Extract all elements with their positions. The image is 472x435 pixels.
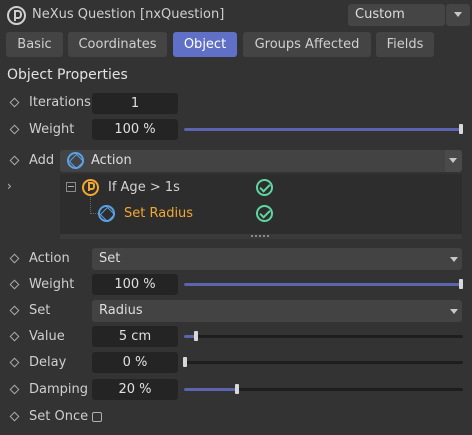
damping-slider-handle[interactable] <box>235 384 239 394</box>
weight-slider-fill <box>184 128 461 131</box>
animate-diamond-icon[interactable] <box>9 279 20 290</box>
enabled-check-icon[interactable] <box>256 179 273 196</box>
question-item-label[interactable]: If Age > 1s <box>108 180 180 195</box>
animate-diamond-icon[interactable] <box>9 331 20 342</box>
animate-diamond-icon[interactable] <box>9 357 20 368</box>
value-slider-track[interactable] <box>184 335 463 338</box>
action-label: Action <box>29 251 70 266</box>
object-title: NeXus Question [nxQuestion] <box>32 7 225 22</box>
action-dropdown[interactable]: Set <box>92 248 462 270</box>
animate-diamond-icon[interactable] <box>9 253 20 264</box>
tree-connector <box>90 197 91 214</box>
chevron-down-icon <box>449 158 457 163</box>
question-icon <box>82 179 99 196</box>
weight-field[interactable]: 100 % <box>92 119 178 140</box>
nexus-question-icon <box>7 6 26 25</box>
chevron-down-icon <box>450 309 458 314</box>
action-icon <box>67 152 84 169</box>
action-item-label[interactable]: Set Radius <box>124 206 193 221</box>
tab-groups-affected[interactable]: Groups Affected <box>243 32 371 57</box>
add-dropdown[interactable]: Action <box>60 150 462 172</box>
damping-slider-fill <box>184 388 236 391</box>
weight-label: Weight <box>29 277 75 292</box>
title-bar: NeXus Question [nxQuestion] Custom <box>0 0 472 30</box>
animate-diamond-icon[interactable] <box>9 97 20 108</box>
delay-slider-handle[interactable] <box>183 357 187 367</box>
tab-bar: Basic Coordinates Object Groups Affected… <box>0 32 472 58</box>
iterations-field[interactable]: 1 <box>92 93 178 114</box>
animate-diamond-icon[interactable] <box>9 384 20 395</box>
tab-basic[interactable]: Basic <box>6 32 63 57</box>
weight-slider-handle[interactable] <box>459 124 463 134</box>
animate-diamond-icon[interactable] <box>9 124 20 135</box>
enabled-check-icon[interactable] <box>256 205 273 222</box>
action-weight-field[interactable]: 100 % <box>92 274 178 295</box>
action-weight-slider-handle[interactable] <box>459 279 463 289</box>
tree-connector <box>90 213 98 214</box>
iterations-label: Iterations <box>29 95 91 110</box>
delay-slider-track[interactable] <box>184 361 463 364</box>
value-slider-handle[interactable] <box>194 331 198 341</box>
preset-dropdown[interactable]: Custom <box>348 4 445 26</box>
action-tree-list[interactable]: If Age > 1s Set Radius <box>60 174 462 234</box>
delay-label: Delay <box>29 355 67 370</box>
set-dropdown[interactable]: Radius <box>92 300 462 322</box>
action-icon <box>98 205 115 222</box>
collapse-icon[interactable] <box>66 182 76 192</box>
damping-field[interactable]: 20 % <box>92 379 178 400</box>
add-dropdown-arrow[interactable] <box>445 150 462 172</box>
chevron-down-icon <box>450 257 458 262</box>
value-label: Value <box>29 329 65 344</box>
list-resize-handle[interactable] <box>60 234 462 239</box>
weight-label: Weight <box>29 122 75 137</box>
set-once-label: Set Once <box>29 409 89 424</box>
expand-arrow-icon[interactable]: › <box>7 179 12 193</box>
tab-object[interactable]: Object <box>173 32 237 57</box>
delay-field[interactable]: 0 % <box>92 352 178 373</box>
value-field[interactable]: 5 cm <box>92 326 178 347</box>
set-label: Set <box>29 303 51 318</box>
animate-diamond-icon[interactable] <box>9 155 20 166</box>
preset-dropdown-arrow[interactable] <box>446 4 470 26</box>
set-once-checkbox[interactable] <box>92 412 102 422</box>
add-label: Add <box>29 153 55 168</box>
damping-label: Damping <box>29 382 88 397</box>
action-weight-slider-fill <box>184 283 461 286</box>
tab-fields[interactable]: Fields <box>376 32 434 57</box>
tab-coordinates[interactable]: Coordinates <box>68 32 167 57</box>
chevron-down-icon <box>454 12 462 17</box>
section-title: Object Properties <box>7 67 128 83</box>
animate-diamond-icon[interactable] <box>9 305 20 316</box>
animate-diamond-icon[interactable] <box>9 411 20 422</box>
